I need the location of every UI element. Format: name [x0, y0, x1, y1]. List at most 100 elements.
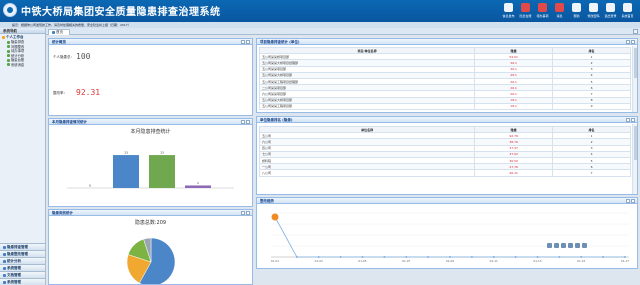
table-cell: 26.11 — [474, 169, 554, 177]
accordion-label: 统计分析 — [7, 259, 21, 263]
x-tick-label: 01-03 — [315, 259, 323, 263]
top-nav-ledger[interactable]: 隐患台账 — [517, 2, 534, 21]
panel-title-text: 项目隐患排查统计 (单位) — [260, 40, 300, 44]
stat-label-hazards: 个人隐患总： — [53, 55, 74, 59]
logo-mark — [7, 7, 13, 13]
unit-table-panel: 单位隐患排名 (隐患) 单位名称 隐患 排名 五公司 92.76 1 六公司 38.79 2 四… — [256, 116, 638, 195]
unit-table-scrollbar[interactable] — [632, 124, 637, 194]
stat-label-rate: 整改率： — [53, 91, 67, 95]
stats-panel-title: 统计概览 — [49, 39, 252, 45]
zoom-icon[interactable] — [547, 243, 552, 248]
tab-label: 首页 — [56, 30, 63, 34]
top-nav-help[interactable]: 帮助 — [568, 2, 585, 21]
unit-table-title: 单位隐患排名 (隐患) — [257, 117, 637, 123]
unit-table: 单位名称 隐患 排名 五公司 92.76 1 六公司 38.79 2 四公司 37.37 3 七公司 3… — [258, 125, 631, 177]
top-nav-todo[interactable]: 待办事项 — [534, 2, 551, 21]
module-icon — [3, 280, 6, 284]
close-button[interactable] — [631, 199, 635, 203]
home-icon — [52, 31, 55, 34]
close-button[interactable] — [631, 40, 635, 44]
stat-value-rate: 92.31 — [76, 88, 101, 97]
accordion-header[interactable]: 系统管理 — [0, 278, 45, 285]
project-table: 项目/单位名称 隐患 排名 五公司某某桥项目部 54.01 1 五公司某某大桥项目经理部 3… — [258, 46, 631, 110]
tab-menu-button[interactable] — [633, 29, 638, 34]
bar — [185, 185, 211, 188]
table-cell: 9 — [552, 102, 631, 110]
restore-icon[interactable] — [554, 243, 559, 248]
bar-type-icon[interactable] — [575, 243, 580, 248]
close-button[interactable] — [631, 118, 635, 122]
close-button[interactable] — [246, 211, 250, 215]
bar-panel-title: 本月隐患排查情况统计 — [49, 119, 252, 125]
accordion-header[interactable]: 隐患排查管理 — [0, 243, 45, 250]
data-view-icon[interactable] — [582, 243, 587, 248]
panel-title-text: 本月隐患排查情况统计 — [52, 120, 87, 124]
collapse-button[interactable] — [241, 211, 245, 215]
bar — [149, 155, 175, 188]
top-nav-label: 待办事项 — [536, 14, 549, 18]
module-icon — [3, 266, 6, 270]
top-nav-key[interactable]: 修改密码 — [585, 2, 602, 21]
trend-panel-title: 整改趋势 — [257, 198, 637, 204]
scroll-thumb[interactable] — [634, 126, 637, 160]
message-icon — [555, 3, 564, 12]
x-tick-label: 01-13 — [533, 259, 541, 263]
table-cell: 18.1 — [474, 102, 554, 110]
top-nav-home[interactable]: 系统首页 — [619, 2, 636, 21]
top-nav-message[interactable]: 消息 — [551, 2, 568, 21]
pie-panel-title: 隐患类别统计 — [49, 210, 252, 216]
accordion-label: 系统管理 — [7, 266, 21, 270]
collapse-button[interactable] — [626, 199, 630, 203]
accordion-header[interactable]: 统计分析 — [0, 257, 45, 264]
trend-point — [580, 256, 583, 258]
top-nav-logout[interactable]: 退出登录 — [602, 2, 619, 21]
scroll-thumb[interactable] — [634, 48, 637, 78]
bar — [113, 155, 139, 188]
page-icon — [7, 45, 10, 49]
top-nav-label: 系统首页 — [621, 14, 634, 18]
top-nav-label: 消息 — [556, 14, 563, 18]
close-button[interactable] — [246, 120, 250, 124]
pie-chart-panel: 隐患类别统计 隐患总数:209 — [48, 209, 253, 285]
home-icon — [623, 3, 632, 12]
close-button[interactable] — [246, 40, 250, 44]
trend-point — [536, 256, 539, 258]
bar-data-label: 13 — [160, 151, 164, 155]
trend-point — [405, 256, 408, 258]
info-icon — [504, 3, 513, 12]
trend-point — [624, 256, 626, 258]
nav-items: 隐患排查 问题整改 待办事项 统计分析 隐患台账 系统消息 — [2, 40, 43, 67]
trend-point — [558, 256, 561, 258]
trend-chart: 01-01 01-03 01-05 01-07 01-09 01-11 01-13 01-15… — [271, 212, 629, 263]
download-icon[interactable] — [561, 243, 566, 248]
page-icon — [7, 63, 10, 67]
line-type-icon[interactable] — [568, 243, 573, 248]
table-row[interactable]: 八公司 26.11 7 — [258, 169, 631, 177]
tab-home[interactable]: 首页 — [48, 29, 70, 35]
page-icon — [7, 49, 10, 53]
collapse-button[interactable] — [626, 118, 630, 122]
project-table-scrollbar[interactable] — [632, 46, 637, 112]
trend-point — [602, 256, 605, 258]
collapse-button[interactable] — [626, 40, 630, 44]
top-nav: 信息发布 隐患台账 待办事项 消息 帮助 修改密码 退出登录 系统首页 — [500, 2, 636, 21]
collapse-button[interactable] — [241, 120, 245, 124]
top-nav-info[interactable]: 信息发布 — [500, 2, 517, 21]
project-table-wrap: 项目/单位名称 隐患 排名 五公司某某桥项目部 54.01 1 五公司某某大桥项目经理部 3… — [258, 46, 631, 110]
top-nav-label: 修改密码 — [587, 14, 600, 18]
trend-point — [427, 256, 430, 258]
collapse-button[interactable] — [241, 40, 245, 44]
accordion-header[interactable]: 隐患整改管理 — [0, 250, 45, 257]
table-row[interactable]: 五公司某某工程项目部 18.1 9 — [258, 102, 631, 110]
page-icon — [7, 40, 10, 44]
company-logo — [3, 3, 17, 17]
trend-point — [492, 256, 495, 258]
x-tick-label: 01-17 — [621, 259, 629, 263]
bar-data-label: 1 — [197, 181, 199, 185]
panel-title-text: 统计概览 — [52, 40, 66, 44]
accordion-header[interactable]: 文档管理 — [0, 271, 45, 278]
accordion-header[interactable]: 系统管理 — [0, 264, 45, 271]
module-icon — [3, 245, 6, 249]
nav-item[interactable]: 系统消息 — [2, 63, 43, 68]
folder-icon — [2, 36, 5, 39]
